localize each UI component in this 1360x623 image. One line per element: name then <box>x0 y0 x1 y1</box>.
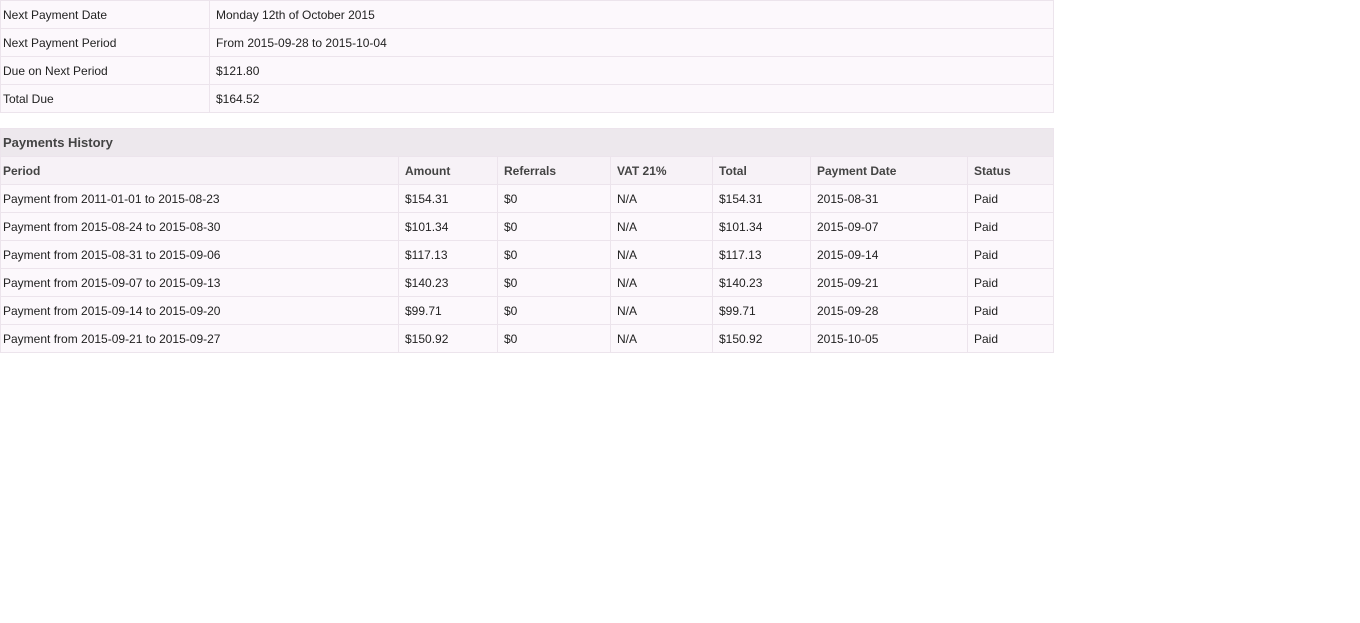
cell-vat: N/A <box>610 268 713 297</box>
cell-referrals: $0 <box>497 268 611 297</box>
column-header-status: Status <box>966 156 1055 185</box>
summary-label: Next Payment Period <box>0 28 210 57</box>
column-header-vat: VAT 21% <box>610 156 713 185</box>
cell-status: Paid <box>966 212 1055 241</box>
cell-status: Paid <box>966 240 1055 269</box>
cell-referrals: $0 <box>497 240 611 269</box>
cell-vat: N/A <box>610 324 713 353</box>
cell-period: Payment from 2015-08-31 to 2015-09-06 <box>0 240 399 269</box>
column-header-payment-date: Payment Date <box>810 156 968 185</box>
cell-period: Payment from 2015-09-14 to 2015-09-20 <box>0 296 399 325</box>
cell-referrals: $0 <box>497 324 611 353</box>
cell-vat: N/A <box>610 212 713 241</box>
summary-value: $121.80 <box>209 56 1054 85</box>
payments-history-table: Payments History Period Amount Referrals… <box>0 128 1055 353</box>
column-header-amount: Amount <box>398 156 498 185</box>
table-row: Payment from 2015-09-21 to 2015-09-27 $1… <box>0 324 1055 353</box>
summary-row-next-payment-period: Next Payment Period From 2015-09-28 to 2… <box>0 28 1054 57</box>
cell-total: $101.34 <box>712 212 811 241</box>
cell-payment-date: 2015-08-31 <box>810 184 968 213</box>
cell-payment-date: 2015-09-07 <box>810 212 968 241</box>
table-row: Payment from 2015-09-14 to 2015-09-20 $9… <box>0 296 1055 325</box>
cell-amount: $99.71 <box>398 296 498 325</box>
payments-history-title: Payments History <box>0 128 1055 157</box>
cell-status: Paid <box>966 324 1055 353</box>
cell-period: Payment from 2011-01-01 to 2015-08-23 <box>0 184 399 213</box>
summary-row-total-due: Total Due $164.52 <box>0 84 1054 113</box>
table-row: Payment from 2015-08-24 to 2015-08-30 $1… <box>0 212 1055 241</box>
cell-amount: $101.34 <box>398 212 498 241</box>
payment-summary-table: Next Payment Date Monday 12th of October… <box>0 0 1054 113</box>
cell-amount: $150.92 <box>398 324 498 353</box>
cell-status: Paid <box>966 296 1055 325</box>
table-header-row: Period Amount Referrals VAT 21% Total Pa… <box>0 156 1055 185</box>
summary-row-next-payment-date: Next Payment Date Monday 12th of October… <box>0 0 1054 29</box>
table-row: Payment from 2015-08-31 to 2015-09-06 $1… <box>0 240 1055 269</box>
column-header-total: Total <box>712 156 811 185</box>
cell-status: Paid <box>966 184 1055 213</box>
cell-total: $117.13 <box>712 240 811 269</box>
cell-vat: N/A <box>610 240 713 269</box>
summary-value: Monday 12th of October 2015 <box>209 0 1054 29</box>
cell-payment-date: 2015-09-21 <box>810 268 968 297</box>
cell-vat: N/A <box>610 184 713 213</box>
column-header-referrals: Referrals <box>497 156 611 185</box>
summary-label: Due on Next Period <box>0 56 210 85</box>
cell-referrals: $0 <box>497 184 611 213</box>
cell-total: $99.71 <box>712 296 811 325</box>
cell-total: $140.23 <box>712 268 811 297</box>
cell-payment-date: 2015-09-28 <box>810 296 968 325</box>
cell-referrals: $0 <box>497 296 611 325</box>
cell-amount: $154.31 <box>398 184 498 213</box>
summary-row-due-next-period: Due on Next Period $121.80 <box>0 56 1054 85</box>
cell-period: Payment from 2015-09-07 to 2015-09-13 <box>0 268 399 297</box>
column-header-period: Period <box>0 156 399 185</box>
summary-label: Next Payment Date <box>0 0 210 29</box>
cell-payment-date: 2015-10-05 <box>810 324 968 353</box>
cell-period: Payment from 2015-09-21 to 2015-09-27 <box>0 324 399 353</box>
summary-value: $164.52 <box>209 84 1054 113</box>
table-row: Payment from 2015-09-07 to 2015-09-13 $1… <box>0 268 1055 297</box>
cell-amount: $117.13 <box>398 240 498 269</box>
summary-label: Total Due <box>0 84 210 113</box>
cell-payment-date: 2015-09-14 <box>810 240 968 269</box>
cell-vat: N/A <box>610 296 713 325</box>
cell-period: Payment from 2015-08-24 to 2015-08-30 <box>0 212 399 241</box>
summary-value: From 2015-09-28 to 2015-10-04 <box>209 28 1054 57</box>
table-row: Payment from 2011-01-01 to 2015-08-23 $1… <box>0 184 1055 213</box>
cell-total: $150.92 <box>712 324 811 353</box>
cell-total: $154.31 <box>712 184 811 213</box>
cell-status: Paid <box>966 268 1055 297</box>
cell-amount: $140.23 <box>398 268 498 297</box>
cell-referrals: $0 <box>497 212 611 241</box>
